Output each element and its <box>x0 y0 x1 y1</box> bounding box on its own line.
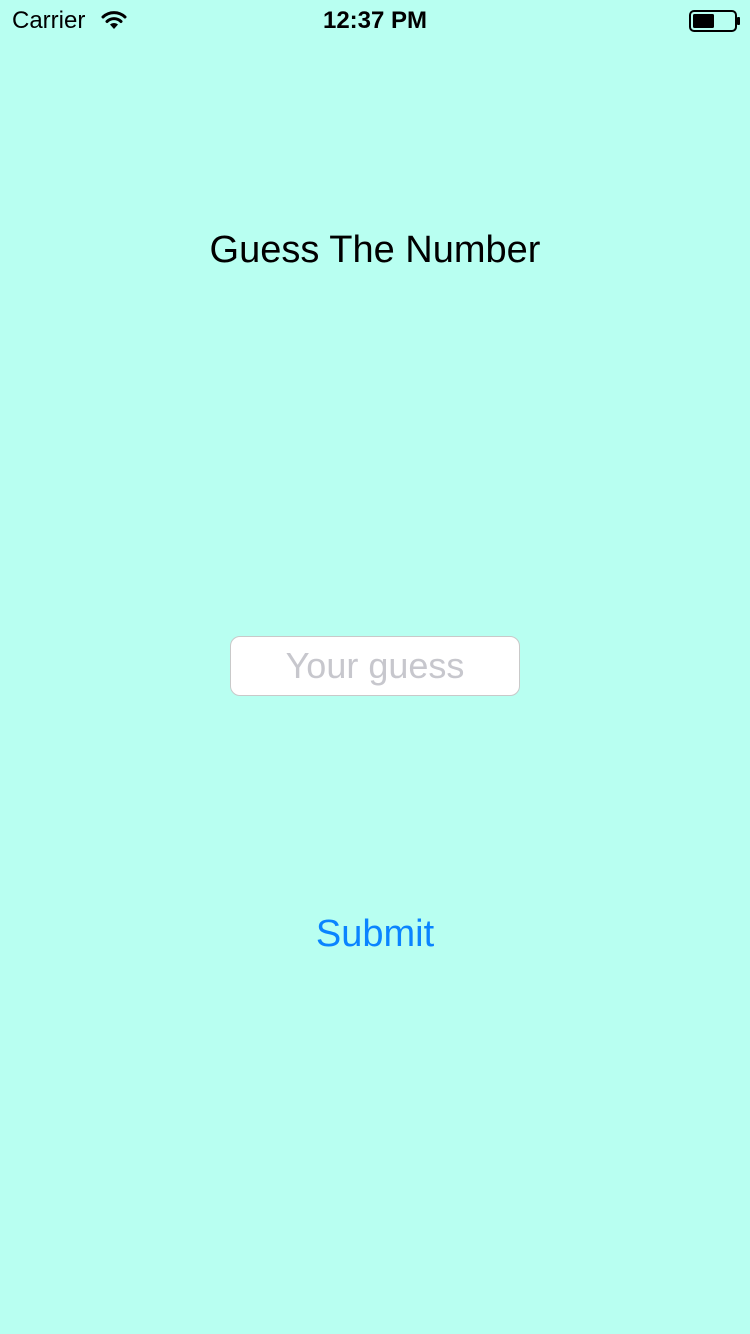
clock-time: 12:37 PM <box>322 7 428 34</box>
battery-icon <box>689 10 740 32</box>
page-title: Guess The Number <box>209 229 541 271</box>
submit-button[interactable]: Submit <box>275 906 475 962</box>
guess-input[interactable] <box>230 636 520 696</box>
status-bar: Carrier 12:37 PM <box>0 0 750 40</box>
